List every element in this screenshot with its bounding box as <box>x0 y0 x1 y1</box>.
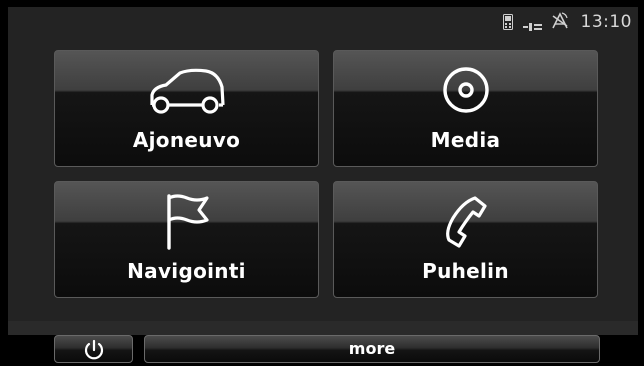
bottom-divider <box>8 321 638 335</box>
phone-handset-icon <box>441 194 491 254</box>
bottom-bar: more <box>0 335 644 366</box>
home-screen: 13:10 Ajoneuvo Media Navigointi Puhelin <box>8 7 638 335</box>
phone-icon <box>503 14 513 34</box>
clock: 13:10 <box>580 12 632 32</box>
power-button[interactable] <box>54 335 133 363</box>
tile-label: Navigointi <box>127 259 246 283</box>
tile-label: Puhelin <box>422 259 509 283</box>
disc-icon <box>441 65 491 119</box>
flag-icon <box>163 192 211 254</box>
tile-label: Ajoneuvo <box>132 128 241 152</box>
more-button[interactable]: more <box>144 335 600 363</box>
status-bar: 13:10 <box>8 7 638 37</box>
car-icon <box>146 67 228 119</box>
power-icon <box>83 339 105 365</box>
tile-media[interactable]: Media <box>333 50 598 167</box>
tile-puhelin[interactable]: Puhelin <box>333 181 598 298</box>
tile-ajoneuvo[interactable]: Ajoneuvo <box>54 50 319 167</box>
satellite-icon <box>551 12 569 34</box>
tile-navigointi[interactable]: Navigointi <box>54 181 319 298</box>
tile-label: Media <box>430 128 501 152</box>
signal-icon <box>523 17 543 36</box>
more-label: more <box>348 339 396 358</box>
